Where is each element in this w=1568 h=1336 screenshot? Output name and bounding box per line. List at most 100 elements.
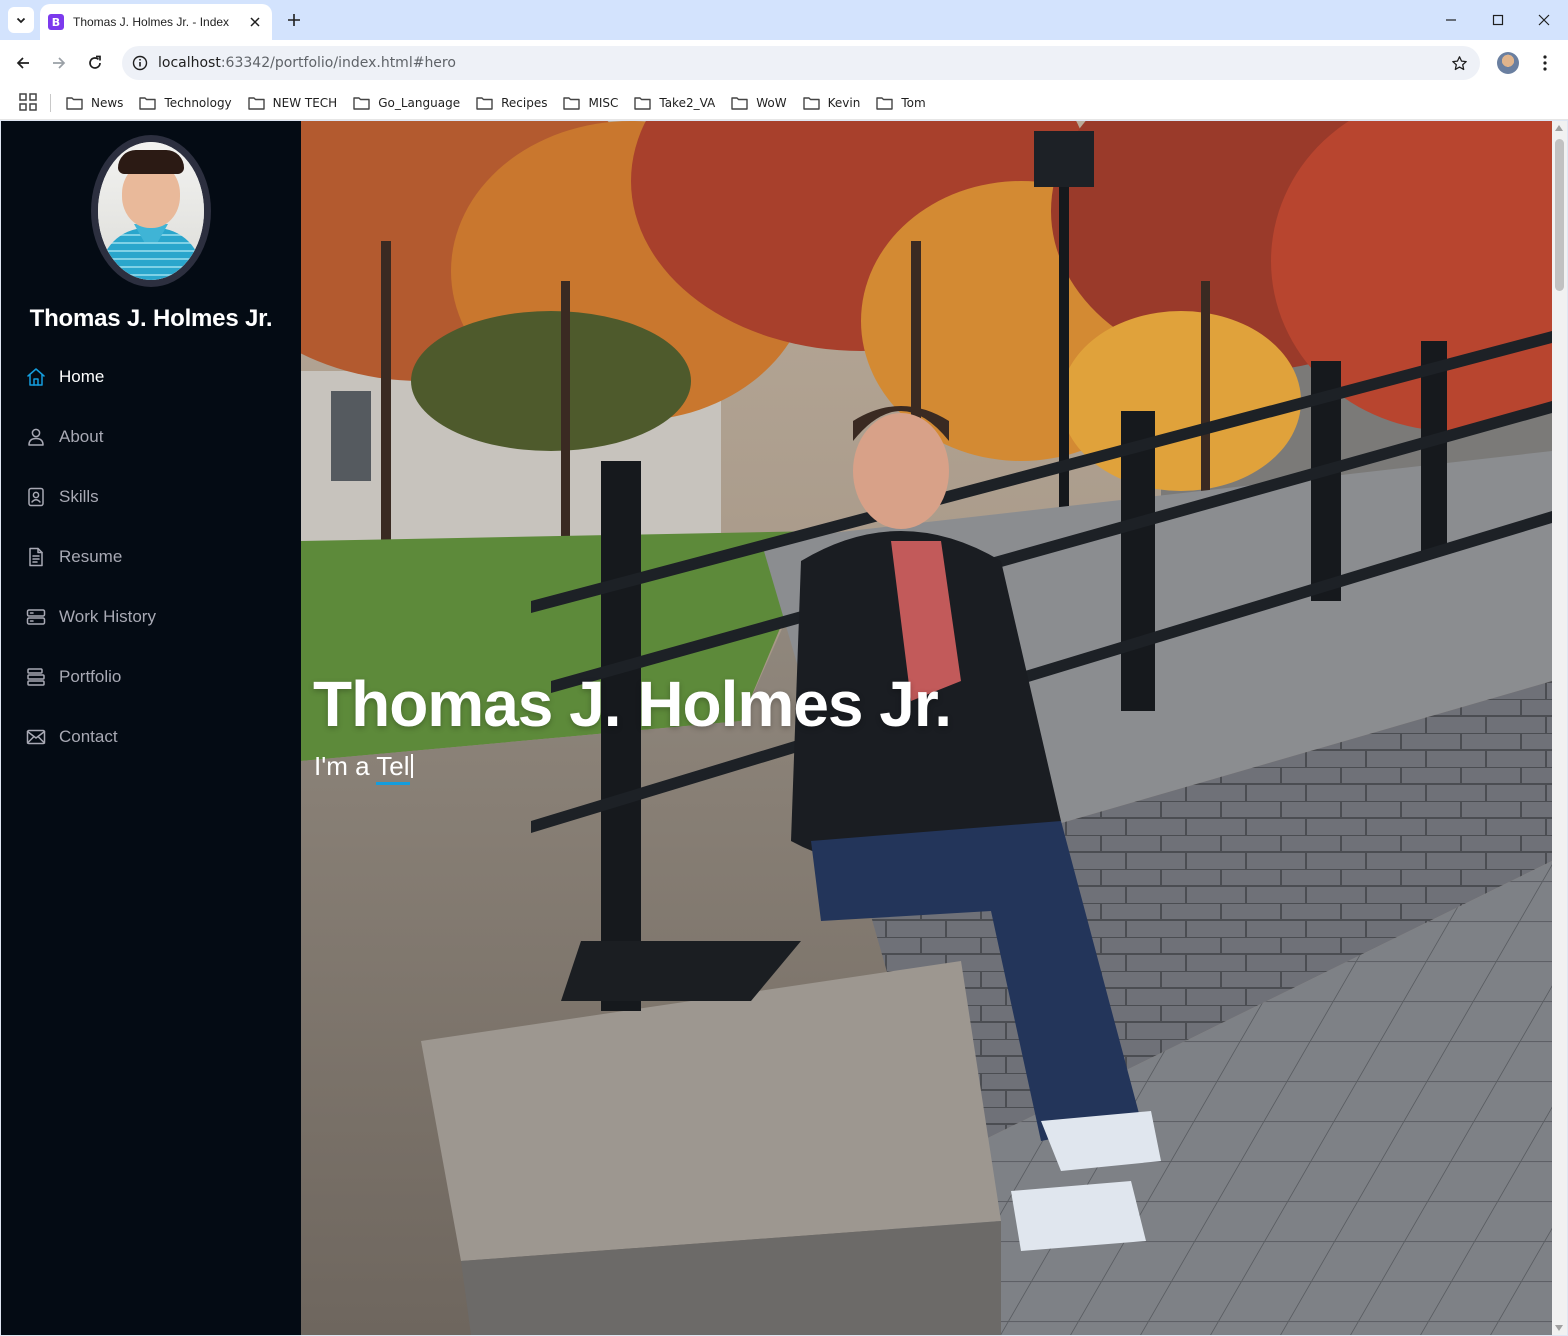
nav-item-label: Resume	[59, 547, 123, 566]
bookmark-folder[interactable]: Kevin	[795, 89, 869, 117]
folder-icon	[66, 97, 83, 110]
bookmark-label: Technology	[164, 96, 232, 110]
reload-button[interactable]	[80, 48, 110, 78]
apps-grid-icon[interactable]	[18, 92, 38, 112]
url-text: localhost:63342/portfolio/index.html#her…	[158, 55, 456, 71]
bookmark-folder[interactable]: News	[58, 89, 131, 117]
folder-icon	[139, 97, 157, 110]
scroll-up-arrow-icon[interactable]	[1555, 125, 1563, 131]
nav-item-label: Skills	[59, 487, 99, 506]
nav-item-label: Contact	[59, 727, 118, 746]
nav-item-label: Portfolio	[59, 667, 122, 686]
typed-text: Tel	[376, 751, 410, 785]
folder-icon	[802, 97, 820, 110]
nav-item-label: About	[59, 427, 104, 446]
nav-item-home[interactable]: Home	[1, 347, 301, 407]
folder-icon	[634, 97, 652, 110]
arrow-left-icon	[16, 57, 29, 69]
nav-item-skills[interactable]: Skills	[1, 467, 301, 527]
tab-title: Thomas J. Holmes Jr. - Index	[73, 15, 230, 29]
bookmark-folder[interactable]: MISC	[555, 89, 626, 117]
envelope-icon	[26, 729, 46, 745]
window-maximize-button[interactable]	[1475, 0, 1521, 40]
reload-icon	[89, 55, 101, 69]
bookmark-folder[interactable]: Tom	[868, 89, 933, 117]
forward-button[interactable]	[44, 48, 74, 78]
star-icon	[1451, 55, 1467, 70]
info-icon	[132, 55, 148, 71]
arrow-right-icon	[53, 57, 66, 69]
bookmark-folder[interactable]: NEW TECH	[240, 89, 346, 117]
browser-tab-strip: B Thomas J. Holmes Jr. - Index	[0, 0, 1568, 40]
hero-subtitle-prefix: I'm a	[314, 751, 377, 781]
site-favicon-icon: B	[48, 14, 64, 30]
window-close-button[interactable]	[1521, 0, 1567, 40]
address-bar[interactable]: localhost:63342/portfolio/index.html#her…	[122, 46, 1480, 80]
tab-close-button[interactable]	[246, 13, 264, 31]
bookmark-label: Go_Language	[378, 96, 461, 110]
person-icon	[28, 428, 44, 446]
folder-icon	[563, 97, 581, 110]
folder-icon	[247, 97, 265, 110]
bookmark-label: MISC	[588, 96, 619, 110]
profile-photo	[98, 142, 204, 280]
bookmark-folder[interactable]: Recipes	[468, 89, 555, 117]
house-icon	[27, 368, 45, 386]
site-info-button[interactable]	[128, 51, 152, 75]
bookmark-label: News	[91, 96, 124, 110]
sidebar-nav: Home About Skills Resume Work History Portfol…	[1, 347, 301, 767]
bookmarks-divider	[50, 94, 51, 112]
nav-item-label: Work History	[59, 607, 156, 626]
scroll-down-arrow-icon[interactable]	[1555, 1325, 1563, 1331]
nav-item-work-history[interactable]: Work History	[1, 587, 301, 647]
sidebar-name[interactable]: Thomas J. Holmes Jr.	[1, 305, 301, 333]
nav-item-resume[interactable]: Resume	[1, 527, 301, 587]
browser-tab-active[interactable]: B Thomas J. Holmes Jr. - Index	[40, 4, 272, 40]
hero-title: Thomas J. Holmes Jr.	[313, 668, 952, 740]
sidebar: Thomas J. Holmes Jr. Home About Skills Resu…	[1, 121, 301, 1335]
bookmark-folder[interactable]: Take2_VA	[626, 89, 723, 117]
profile-avatar-button[interactable]	[1497, 52, 1519, 74]
bookmark-label: WoW	[756, 96, 787, 110]
bookmark-label: Take2_VA	[659, 96, 716, 110]
file-person-icon	[28, 487, 44, 507]
bookmark-label: Recipes	[501, 96, 548, 110]
maximize-icon	[1492, 14, 1504, 26]
back-button[interactable]	[8, 48, 38, 78]
folder-icon	[876, 97, 894, 110]
folder-icon	[353, 97, 370, 110]
chevron-down-icon	[16, 17, 26, 24]
hero-subtitle: I'm a Tel	[314, 751, 413, 785]
new-tab-button[interactable]	[282, 8, 306, 32]
browser-menu-button[interactable]	[1534, 52, 1556, 74]
nav-item-label: Home	[59, 367, 105, 386]
nav-item-contact[interactable]: Contact	[1, 707, 301, 767]
bookmark-folder[interactable]: WoW	[723, 89, 794, 117]
bookmark-folder-list: News Technology NEW TECH Go_Language Recipes…	[58, 86, 934, 120]
profile-photo-frame	[91, 135, 211, 287]
folder-icon	[476, 97, 493, 110]
stack-icon	[27, 668, 45, 686]
nav-item-about[interactable]: About	[1, 407, 301, 467]
file-text-icon	[29, 547, 43, 567]
minimize-icon	[1446, 19, 1456, 21]
scrollbar-thumb[interactable]	[1555, 139, 1564, 291]
page-scrollbar[interactable]	[1552, 121, 1567, 1335]
tab-search-button[interactable]	[8, 7, 34, 33]
bookmark-star-button[interactable]	[1448, 52, 1470, 74]
bookmark-folder[interactable]: Technology	[131, 89, 239, 117]
plus-icon	[288, 14, 300, 26]
hero-section: Thomas J. Holmes Jr. I'm a Tel	[301, 121, 1552, 1335]
close-icon	[1538, 14, 1550, 26]
window-minimize-button[interactable]	[1428, 0, 1474, 40]
bookmark-label: Kevin	[827, 96, 861, 110]
folder-icon	[731, 97, 748, 110]
close-icon	[250, 17, 260, 27]
bookmarks-bar: News Technology NEW TECH Go_Language Recipes…	[0, 86, 1568, 120]
bookmark-folder[interactable]: Go_Language	[345, 89, 468, 117]
browser-toolbar: localhost:63342/portfolio/index.html#her…	[0, 40, 1568, 86]
server-icon	[26, 609, 46, 625]
bookmark-label: NEW TECH	[272, 96, 338, 110]
page-viewport: Thomas J. Holmes Jr. Home About Skills Resu…	[1, 121, 1567, 1335]
nav-item-portfolio[interactable]: Portfolio	[1, 647, 301, 707]
